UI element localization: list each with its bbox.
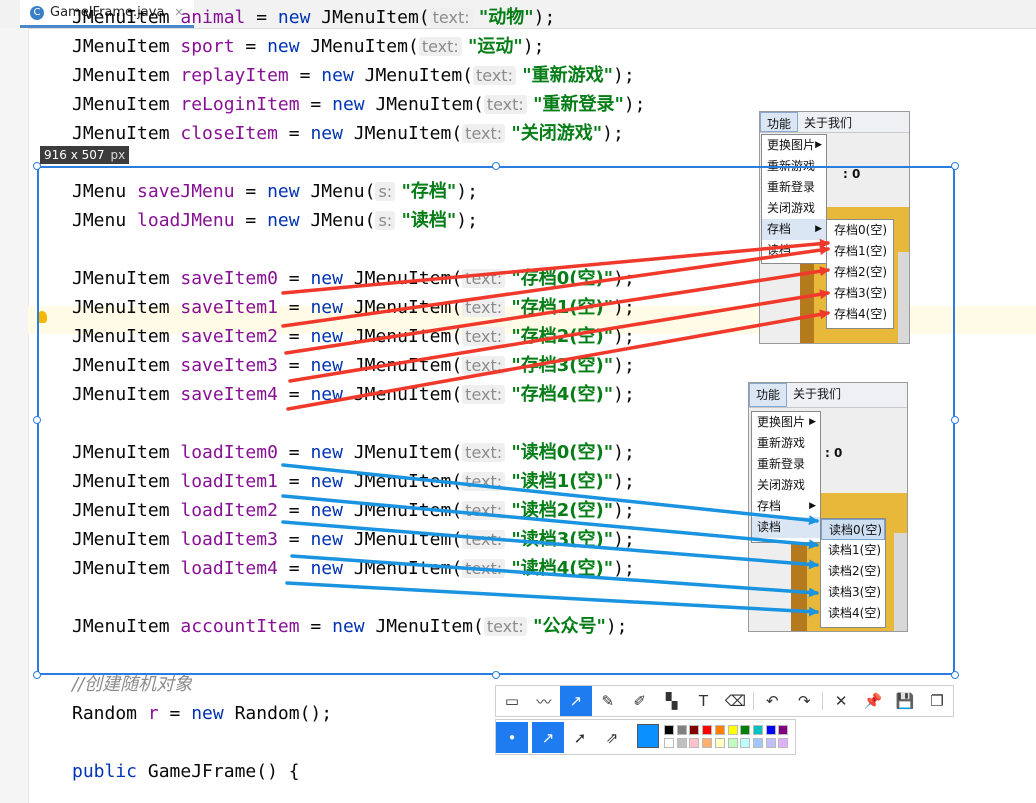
annotation-toolbar: ▭ 〰 ↗ ✎ ✐ ▚ T ⌫ ↶ ↷ ✕ 📌 💾 ❐: [495, 685, 954, 717]
arrow-style-3-icon[interactable]: ⇗: [596, 722, 628, 753]
color-swatch[interactable]: [664, 725, 674, 735]
save-arrow-3: [288, 289, 830, 383]
color-swatch[interactable]: [752, 738, 763, 748]
color-swatch[interactable]: [727, 738, 738, 748]
save-arrow-1: [281, 245, 830, 328]
pin-icon[interactable]: 📌: [857, 686, 889, 716]
save-arrow-2: [284, 266, 830, 355]
polyline-icon[interactable]: 〰: [528, 686, 560, 716]
marker-icon[interactable]: ✐: [624, 686, 656, 716]
stroke-size-dot-icon[interactable]: •: [496, 722, 528, 753]
pen-icon[interactable]: ✎: [592, 686, 624, 716]
toolbar-separator: [753, 692, 755, 710]
save-arrow-0: [281, 238, 830, 295]
color-swatch[interactable]: [702, 725, 713, 735]
toolbar-separator: [822, 692, 824, 710]
save-arrow-4: [286, 309, 830, 411]
color-swatch[interactable]: [676, 738, 687, 748]
color-swatch[interactable]: [689, 725, 700, 735]
copy-icon[interactable]: ❐: [921, 686, 953, 716]
color-swatch[interactable]: [778, 738, 789, 748]
annotation-arrows: [281, 238, 830, 617]
color-swatch[interactable]: [689, 738, 700, 748]
color-swatch[interactable]: [765, 738, 776, 748]
undo-icon[interactable]: ↶: [756, 686, 788, 716]
load-arrow-1: [281, 494, 819, 550]
rectangle-icon[interactable]: ▭: [496, 686, 528, 716]
color-swatch[interactable]: [714, 725, 725, 735]
color-swatch[interactable]: [752, 725, 763, 735]
current-color-swatch[interactable]: [637, 724, 659, 748]
arrow-icon[interactable]: ↗: [559, 686, 592, 716]
save-icon[interactable]: 💾: [889, 686, 921, 716]
eraser-icon[interactable]: ⌫: [719, 686, 751, 716]
color-swatch[interactable]: [740, 738, 751, 748]
arrow-style-1-icon[interactable]: ↗: [532, 722, 564, 753]
color-swatch[interactable]: [727, 725, 738, 735]
color-swatch[interactable]: [778, 725, 789, 735]
mosaic-icon[interactable]: ▚: [656, 686, 688, 716]
color-swatch[interactable]: [702, 738, 713, 748]
color-swatch[interactable]: [664, 738, 674, 748]
color-swatch[interactable]: [765, 725, 776, 735]
color-swatch[interactable]: [714, 738, 725, 748]
arrow-style-2-icon[interactable]: ➚: [564, 722, 596, 753]
redo-icon[interactable]: ↷: [788, 686, 820, 716]
text-icon[interactable]: T: [688, 686, 720, 716]
cancel-icon[interactable]: ✕: [825, 686, 857, 716]
load-arrow-0: [281, 463, 819, 526]
color-swatch[interactable]: [676, 725, 687, 735]
load-arrow-2: [281, 520, 819, 570]
color-swatch[interactable]: [740, 725, 751, 735]
